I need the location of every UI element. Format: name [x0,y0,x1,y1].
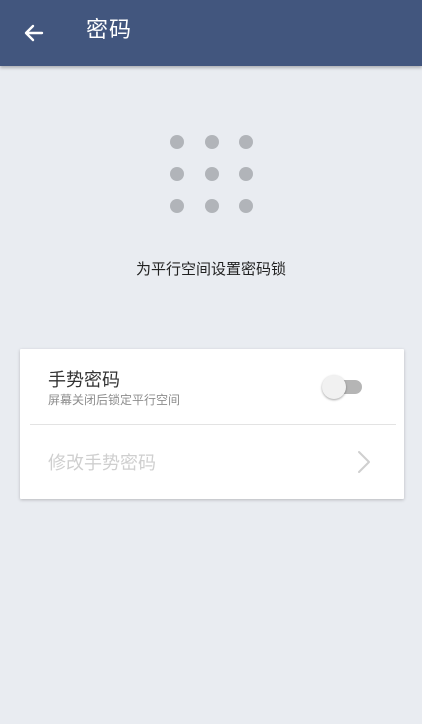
gesture-password-title: 手势密码 [48,370,120,391]
app-bar: 密码 [0,0,422,66]
chevron-right-icon [358,451,370,473]
gesture-password-row[interactable]: 手势密码 屏幕关闭后锁定平行空间 [20,349,404,424]
pattern-lock-icon [160,125,262,225]
page-title: 密码 [86,18,133,43]
back-button[interactable] [14,15,54,51]
settings-card: 手势密码 屏幕关闭后锁定平行空间 修改手势密码 [20,349,404,499]
gesture-password-toggle[interactable] [322,375,366,399]
gesture-password-subtitle: 屏幕关闭后锁定平行空间 [48,393,181,407]
change-gesture-password-label: 修改手势密码 [48,453,156,474]
lock-description: 为平行空间设置密码锁 [135,260,286,278]
toggle-thumb [322,375,346,399]
change-gesture-password-row[interactable]: 修改手势密码 [20,425,404,499]
arrow-left-icon [24,24,44,42]
